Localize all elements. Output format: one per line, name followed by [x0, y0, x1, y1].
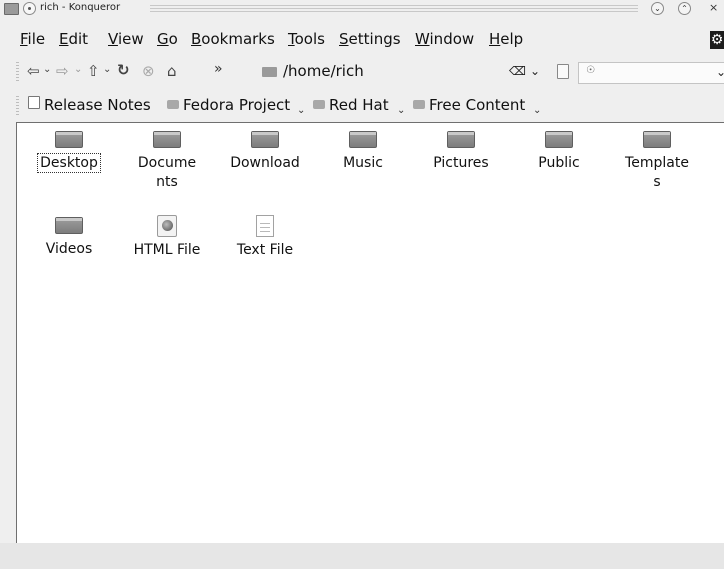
reload-icon[interactable]: ↻ [117, 61, 130, 79]
bookmark-release-notes[interactable]: Release Notes [28, 96, 151, 114]
file-item-videos[interactable]: Videos [25, 209, 113, 259]
clear-location-icon[interactable]: ⌫ [509, 64, 526, 78]
html-file-icon [157, 215, 177, 237]
file-item-download[interactable]: Download [221, 123, 309, 173]
file-item-public[interactable]: Public [515, 123, 603, 173]
bookmark-fedora-project[interactable]: Fedora Project [167, 96, 290, 114]
menu-bookmarks[interactable]: Bookmarks [191, 30, 275, 48]
file-label: Documents [137, 155, 197, 190]
folder-icon [55, 131, 83, 148]
file-label: Videos [45, 241, 93, 257]
more-tools-button[interactable]: » [214, 61, 223, 77]
file-label: Music [343, 155, 383, 171]
folder-icon [413, 100, 425, 109]
folder-icon [545, 131, 573, 148]
file-view[interactable]: Desktop Documents Download Music Picture… [16, 122, 724, 544]
home-icon[interactable]: ⌂ [167, 62, 177, 80]
file-label: Download [230, 155, 300, 171]
file-item-templates[interactable]: Templates [613, 123, 701, 192]
forward-history-dropdown-icon[interactable]: ⌄ [74, 64, 82, 75]
back-history-dropdown-icon[interactable]: ⌄ [43, 64, 51, 75]
folder-icon [643, 131, 671, 148]
file-item-html-file[interactable]: HTML File [123, 209, 211, 260]
bookmark-red-hat[interactable]: Red Hat [313, 96, 389, 114]
menu-window[interactable]: Window [415, 30, 474, 48]
folder-icon [447, 131, 475, 148]
file-label: Public [538, 155, 580, 171]
folder-icon [262, 67, 277, 77]
folder-icon [349, 131, 377, 148]
kde-logo-icon[interactable]: ⚙ [710, 31, 724, 49]
up-icon[interactable]: ⇧ [87, 62, 100, 80]
window-menu-icon[interactable] [23, 2, 36, 15]
minimize-button[interactable]: ⌄ [651, 2, 664, 15]
close-button[interactable]: × [709, 1, 718, 14]
go-icon[interactable] [557, 64, 569, 79]
folder-icon [251, 131, 279, 148]
folder-icon [167, 100, 179, 109]
back-icon[interactable]: ⇦ [27, 62, 40, 80]
up-dropdown-icon[interactable]: ⌄ [103, 64, 111, 75]
stop-icon[interactable]: ⊗ [142, 62, 155, 80]
file-label: HTML File [133, 242, 201, 258]
maximize-button[interactable]: ⌃ [678, 2, 691, 15]
forward-icon[interactable]: ⇨ [56, 62, 69, 80]
file-item-music[interactable]: Music [319, 123, 407, 173]
toolbar-grip[interactable] [16, 96, 19, 116]
search-dropdown-icon[interactable]: ⌄ [716, 65, 724, 79]
bookmark-folder-dropdown-icon[interactable]: ⌄ [297, 105, 305, 116]
menu-view[interactable]: View [108, 30, 144, 48]
window-title: rich - Konqueror [40, 2, 121, 13]
file-label: Text File [236, 242, 294, 258]
file-item-pictures[interactable]: Pictures [417, 123, 505, 173]
bookmark-folder-dropdown-icon[interactable]: ⌄ [397, 105, 405, 116]
title-bar-grip [150, 5, 638, 12]
page-icon [28, 96, 40, 109]
menu-file[interactable]: File [20, 30, 45, 48]
menu-settings[interactable]: Settings [339, 30, 401, 48]
folder-icon[interactable] [4, 3, 19, 15]
file-label: Templates [625, 155, 689, 190]
folder-icon [55, 217, 83, 234]
file-label: Pictures [433, 155, 489, 171]
toolbar-grip[interactable] [16, 62, 19, 82]
menu-tools[interactable]: Tools [288, 30, 325, 48]
text-file-icon [256, 215, 274, 237]
bookmark-folder-dropdown-icon[interactable]: ⌄ [533, 105, 541, 116]
folder-icon [153, 131, 181, 148]
file-item-text-file[interactable]: Text File [221, 209, 309, 260]
search-engine-icon[interactable]: ☉ [586, 65, 595, 76]
menu-help[interactable]: Help [489, 30, 523, 48]
search-input[interactable] [578, 62, 724, 84]
location-history-dropdown-icon[interactable]: ⌄ [530, 64, 540, 78]
file-item-desktop[interactable]: Desktop [25, 123, 113, 173]
file-label: Desktop [37, 153, 101, 173]
menu-edit[interactable]: Edit [59, 30, 88, 48]
menu-go[interactable]: Go [157, 30, 178, 48]
folder-icon [313, 100, 325, 109]
bookmark-free-content[interactable]: Free Content [413, 96, 525, 114]
status-bar [0, 543, 724, 569]
location-input[interactable]: /home/rich [283, 62, 364, 80]
file-item-documents[interactable]: Documents [123, 123, 211, 192]
